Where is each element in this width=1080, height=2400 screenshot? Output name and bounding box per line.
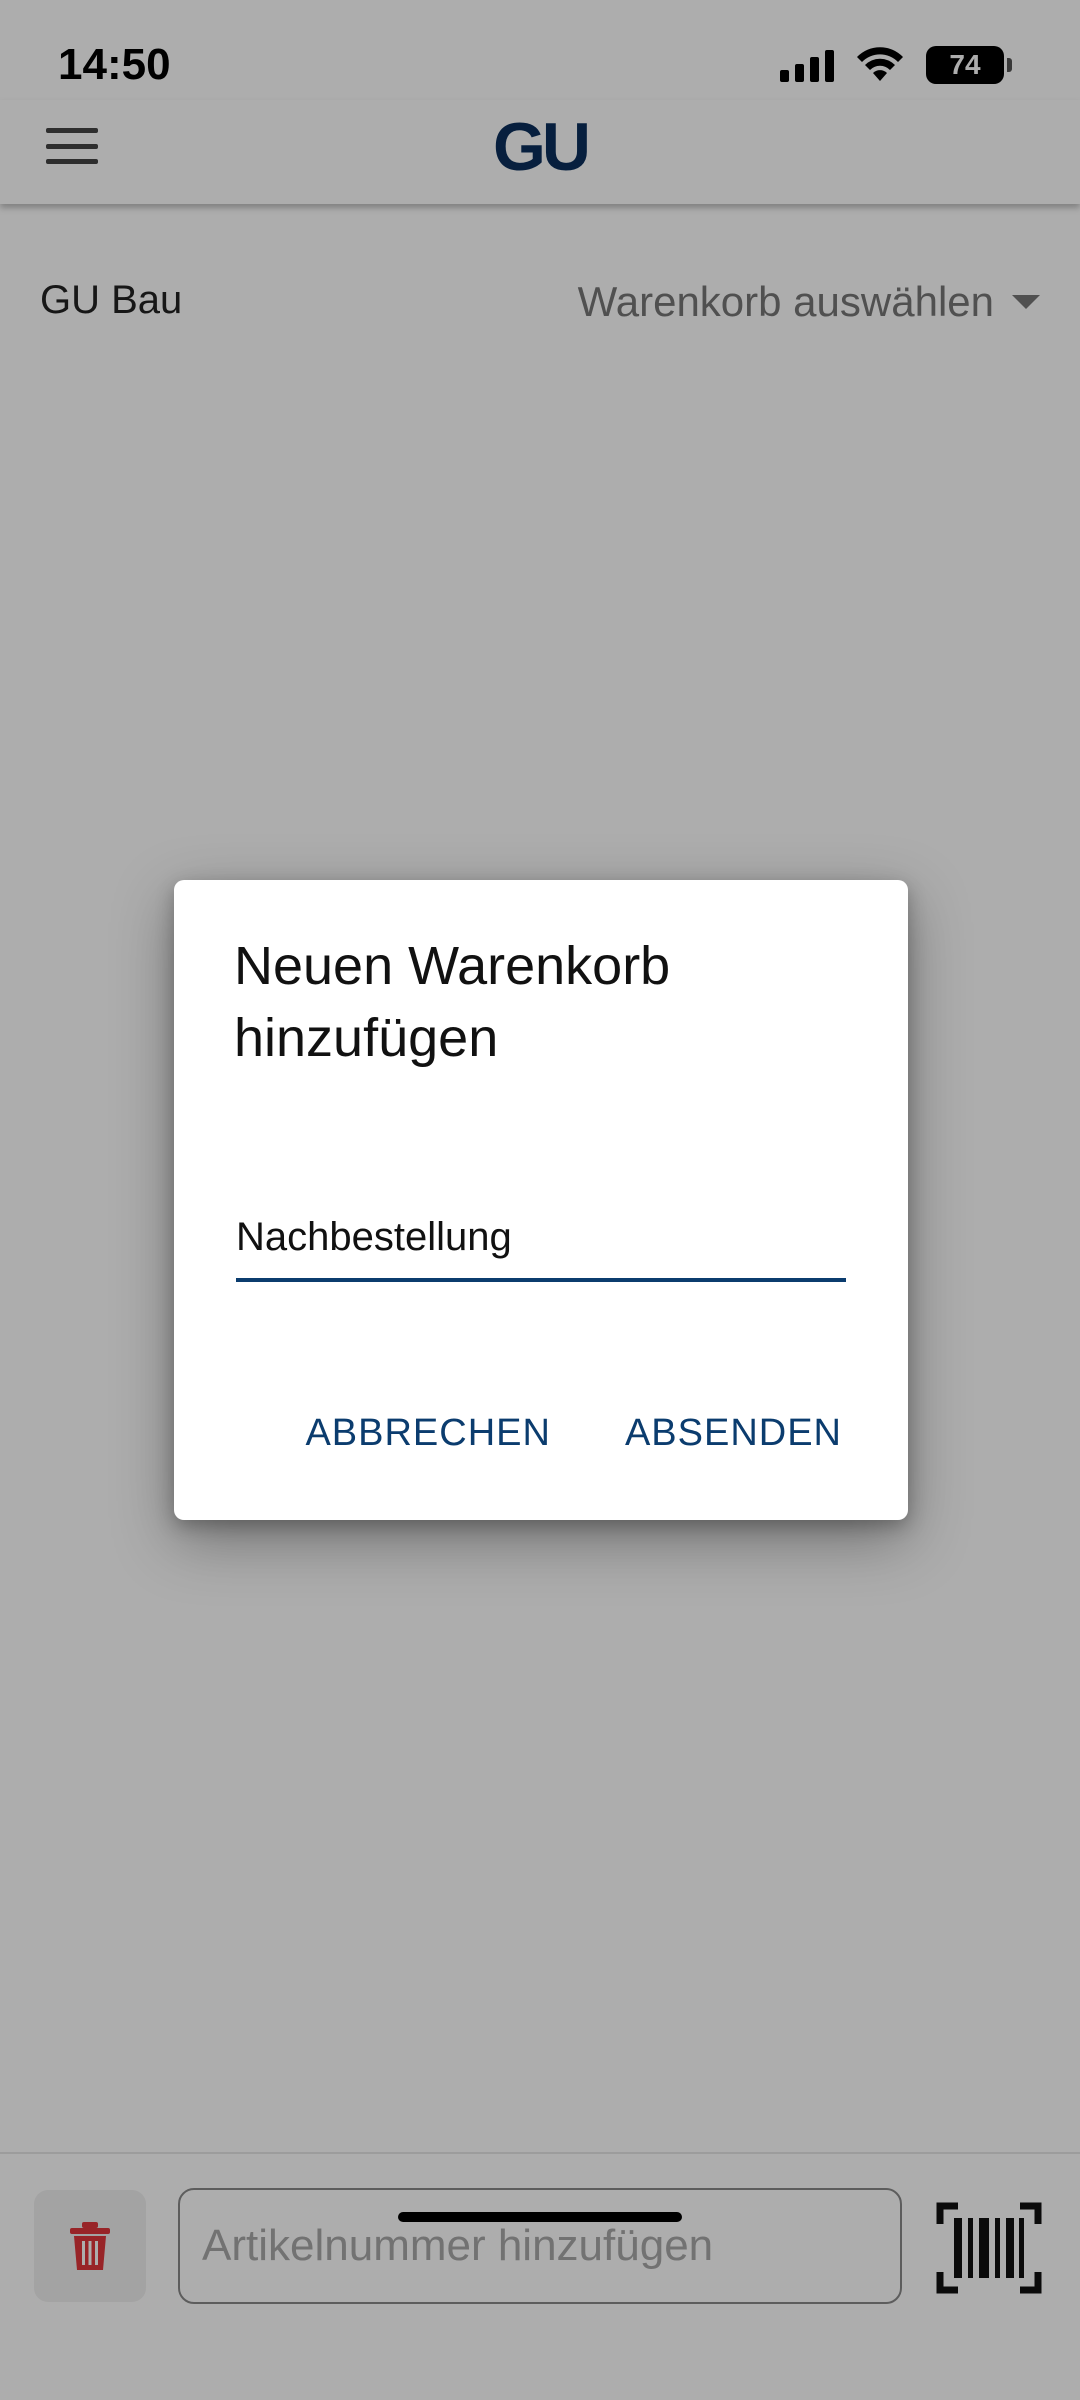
new-cart-dialog: Neuen Warenkorb hinzufügen ABBRECHEN ABS… xyxy=(174,880,908,1520)
cart-name-input[interactable] xyxy=(236,1200,846,1274)
home-indicator xyxy=(398,2212,682,2222)
dialog-title: Neuen Warenkorb hinzufügen xyxy=(234,936,671,1068)
submit-button[interactable]: ABSENDEN xyxy=(625,1412,842,1455)
dialog-actions: ABBRECHEN ABSENDEN xyxy=(305,1412,842,1455)
cancel-button[interactable]: ABBRECHEN xyxy=(305,1412,551,1455)
cart-name-field xyxy=(236,1200,846,1282)
